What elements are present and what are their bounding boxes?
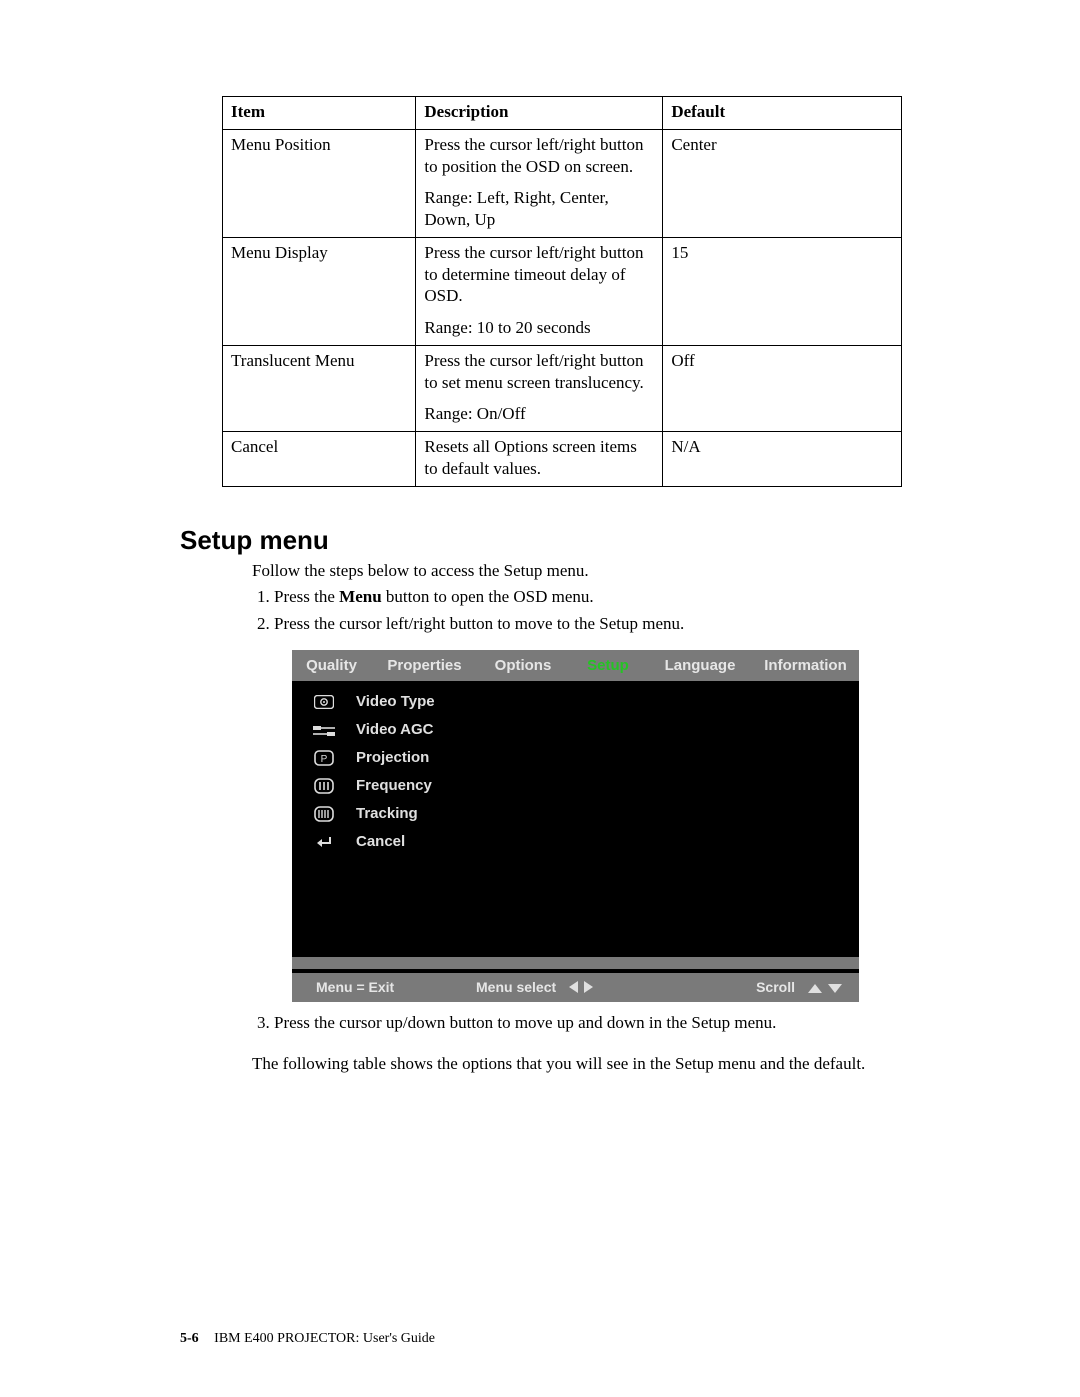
arrow-up-icon[interactable]: [805, 979, 825, 995]
col-header-description: Description: [416, 97, 663, 130]
cell-item: Translucent Menu: [223, 345, 416, 431]
return-icon: [292, 833, 356, 850]
desc-line: Range: Left, Right, Center, Down, Up: [424, 187, 654, 231]
osd-tab-setup[interactable]: Setup: [568, 650, 648, 681]
osd-exit-label: Menu = Exit: [316, 979, 476, 995]
osd-screenshot: Quality Properties Options Setup Languag…: [292, 650, 859, 1002]
desc-line: Range: 10 to 20 seconds: [424, 317, 654, 339]
projection-icon: P: [292, 749, 356, 766]
osd-item-cancel[interactable]: Cancel: [292, 827, 859, 855]
step-3: Press the cursor up/down button to move …: [274, 1012, 940, 1035]
cell-default: N/A: [663, 432, 902, 487]
osd-select-label: Menu select: [476, 979, 556, 995]
frequency-icon: [292, 777, 356, 794]
arrow-right-icon[interactable]: [581, 979, 596, 995]
col-header-item: Item: [223, 97, 416, 130]
osd-tab-options[interactable]: Options: [478, 650, 568, 681]
osd-tab-information[interactable]: Information: [752, 650, 859, 681]
cell-default: Center: [663, 129, 902, 237]
cell-description: Resets all Options screen items to defau…: [416, 432, 663, 487]
step-1: Press the Menu button to open the OSD me…: [274, 586, 940, 609]
steps-list-cont: Press the cursor up/down button to move …: [252, 1012, 940, 1035]
table-row: Translucent Menu Press the cursor left/r…: [223, 345, 902, 431]
osd-tab-properties[interactable]: Properties: [371, 650, 478, 681]
cell-item: Cancel: [223, 432, 416, 487]
footer-title: IBM E400 PROJECTOR: User's Guide: [214, 1331, 435, 1346]
svg-text:P: P: [321, 754, 328, 765]
cell-default: Off: [663, 345, 902, 431]
steps-list: Press the Menu button to open the OSD me…: [252, 586, 940, 636]
cell-description: Press the cursor left/right button to de…: [416, 237, 663, 345]
tracking-icon: [292, 805, 356, 822]
options-table: Item Description Default Menu Position P…: [222, 96, 902, 487]
section-heading: Setup menu: [180, 525, 940, 556]
osd-item-label: Tracking: [356, 805, 418, 822]
table-row: Cancel Resets all Options screen items t…: [223, 432, 902, 487]
osd-tab-bar: Quality Properties Options Setup Languag…: [292, 650, 859, 681]
closing-text: The following table shows the options th…: [252, 1053, 892, 1076]
osd-item-label: Cancel: [356, 833, 405, 850]
osd-item-projection[interactable]: P Projection: [292, 743, 859, 771]
table-row: Menu Position Press the cursor left/righ…: [223, 129, 902, 237]
cell-default: 15: [663, 237, 902, 345]
cell-item: Menu Display: [223, 237, 416, 345]
desc-line: Press the cursor left/right button to de…: [424, 242, 654, 307]
osd-footer: Menu = Exit Menu select Scroll: [292, 973, 859, 1002]
osd-tab-quality[interactable]: Quality: [292, 650, 371, 681]
osd-item-label: Frequency: [356, 777, 432, 794]
osd-body: Video Type Video AGC P Projection Freque…: [292, 681, 859, 957]
intro-text: Follow the steps below to access the Set…: [252, 560, 892, 583]
target-icon: [292, 693, 356, 710]
page-number: 5-6: [180, 1331, 199, 1346]
step-text: Press the: [274, 587, 339, 606]
desc-line: Press the cursor left/right button to se…: [424, 350, 654, 394]
osd-item-frequency[interactable]: Frequency: [292, 771, 859, 799]
page-footer: 5-6 IBM E400 PROJECTOR: User's Guide: [180, 1331, 435, 1347]
col-header-default: Default: [663, 97, 902, 130]
step-text-bold: Menu: [339, 587, 382, 606]
step-text: button to open the OSD menu.: [382, 587, 594, 606]
osd-item-video-agc[interactable]: Video AGC: [292, 715, 859, 743]
osd-scroll-label: Scroll: [756, 979, 795, 995]
osd-item-label: Video Type: [356, 693, 435, 710]
cell-description: Press the cursor left/right button to se…: [416, 345, 663, 431]
osd-item-tracking[interactable]: Tracking: [292, 799, 859, 827]
osd-item-label: Video AGC: [356, 721, 434, 738]
arrow-left-icon[interactable]: [566, 979, 581, 995]
step-2: Press the cursor left/right button to mo…: [274, 613, 940, 636]
document-page: Item Description Default Menu Position P…: [0, 0, 1080, 1397]
cell-description: Press the cursor left/right button to po…: [416, 129, 663, 237]
osd-separator: [292, 957, 859, 969]
osd-tab-language[interactable]: Language: [648, 650, 752, 681]
slider-icon: [292, 721, 356, 738]
table-row: Menu Display Press the cursor left/right…: [223, 237, 902, 345]
cell-item: Menu Position: [223, 129, 416, 237]
osd-item-video-type[interactable]: Video Type: [292, 687, 859, 715]
desc-line: Press the cursor left/right button to po…: [424, 134, 654, 178]
osd-item-label: Projection: [356, 749, 429, 766]
desc-line: Resets all Options screen items to defau…: [424, 436, 654, 480]
arrow-down-icon[interactable]: [825, 979, 845, 995]
desc-line: Range: On/Off: [424, 403, 654, 425]
